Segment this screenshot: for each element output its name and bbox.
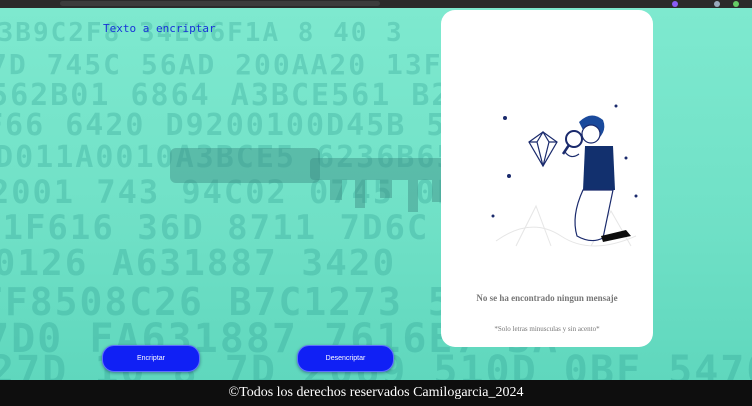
footer-text: ©Todos los derechos reservados Camilogar… — [228, 385, 524, 400]
browser-toolbar — [0, 0, 752, 8]
search-illustration — [491, 104, 638, 247]
encrypt-button[interactable]: Encriptar — [102, 345, 200, 372]
profile-icon[interactable] — [714, 1, 720, 7]
input-hint: *Solo letras minusculas y sin acento* — [494, 325, 600, 333]
footer: ©Todos los derechos reservados Camilogar… — [0, 380, 752, 406]
extension-icon[interactable] — [672, 1, 678, 7]
empty-state-title: No se ha encontrado ningun mensaje — [476, 293, 618, 303]
avatar[interactable] — [733, 1, 739, 7]
decrypt-button[interactable]: Desencriptar — [297, 345, 394, 372]
message-input[interactable] — [98, 18, 422, 322]
address-bar[interactable] — [60, 1, 380, 6]
output-panel: No se ha encontrado ningun mensaje *Solo… — [441, 10, 653, 347]
